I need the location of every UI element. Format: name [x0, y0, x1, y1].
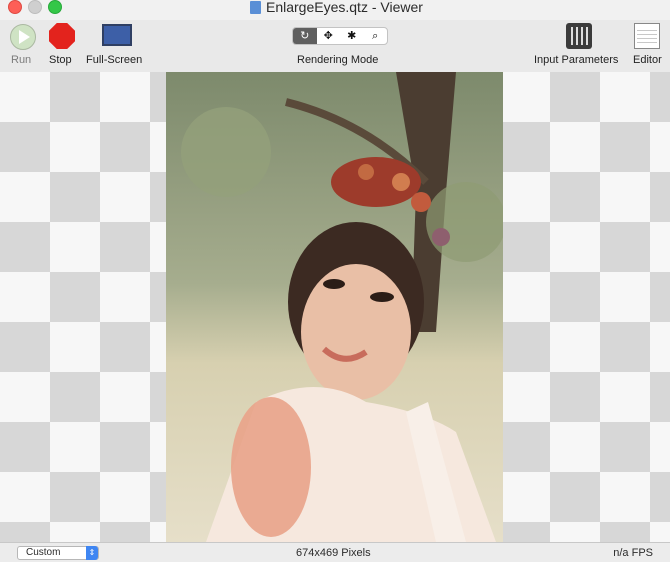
status-bar: Custom ⇕ 674x469 Pixels n/a FPS: [0, 542, 670, 562]
editor-label: Editor: [633, 54, 662, 66]
editor-button[interactable]: Editor: [628, 20, 668, 72]
monitor-icon: [102, 24, 132, 46]
sliders-icon: [566, 23, 592, 49]
rendering-mode-label: Rendering Mode: [297, 54, 379, 66]
fullscreen-button[interactable]: Full-Screen: [84, 20, 150, 72]
run-label: Run: [11, 54, 32, 66]
input-parameters-label: Input Parameters: [534, 54, 619, 66]
bug-icon: ✱: [347, 30, 357, 42]
window-title: EnlargeEyes.qtz - Viewer: [250, 0, 423, 15]
stop-icon: [49, 23, 75, 49]
rendering-mode-zoom[interactable]: ⌕: [364, 28, 388, 44]
move-icon: ✥: [323, 30, 333, 42]
rendering-mode-rotate[interactable]: ↻: [293, 28, 317, 44]
rendering-mode-control: ↻ ✥ ✱ ⌕: [292, 27, 388, 45]
input-parameters-button[interactable]: Input Parameters: [532, 20, 626, 72]
stop-button[interactable]: Stop: [44, 20, 84, 72]
size-select[interactable]: Custom ⇕: [17, 546, 99, 560]
portrait-image: [166, 72, 503, 542]
rendering-mode-move[interactable]: ✥: [317, 28, 341, 44]
toolbar: Run Stop Full-Screen ↻ ✥ ✱ ⌕ Rendering M…: [0, 20, 670, 73]
chevron-updown-icon: ⇕: [86, 546, 98, 560]
close-window-button[interactable]: [8, 0, 22, 14]
zoom-icon: ⌕: [372, 30, 379, 42]
run-button[interactable]: Run: [0, 20, 44, 72]
title-bar: EnlargeEyes.qtz - Viewer: [0, 0, 670, 20]
pixel-dimensions: 674x469 Pixels: [296, 547, 371, 559]
fullscreen-label: Full-Screen: [86, 54, 143, 66]
play-icon: [10, 24, 36, 50]
render-canvas[interactable]: [0, 72, 670, 542]
table-icon: [634, 23, 660, 49]
fps-readout: n/a FPS: [613, 547, 653, 559]
zoom-window-button[interactable]: [48, 0, 62, 14]
rendering-mode-debug[interactable]: ✱: [340, 28, 364, 44]
window-title-text: EnlargeEyes.qtz - Viewer: [266, 0, 423, 15]
rendered-photo: [166, 72, 503, 542]
document-icon: [250, 1, 261, 14]
stop-label: Stop: [49, 54, 72, 66]
minimize-window-button[interactable]: [28, 0, 42, 14]
size-select-value: Custom: [26, 547, 61, 558]
rotate-icon: ↻: [300, 30, 310, 42]
